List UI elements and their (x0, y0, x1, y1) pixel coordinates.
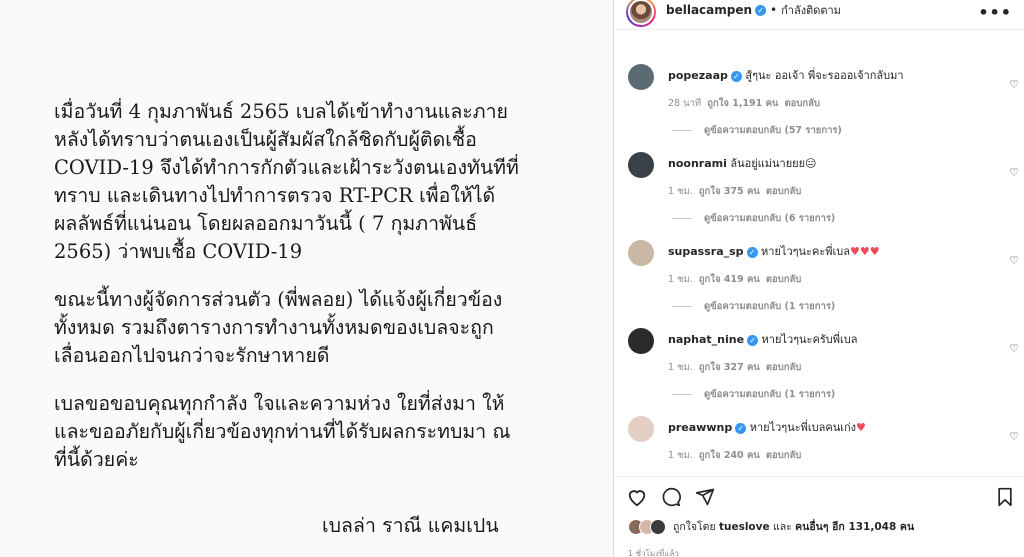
comment-likes[interactable]: ถูกใจ 327 คน (699, 362, 760, 373)
view-replies-button[interactable]: ดูข้อความตอบกลับ (1 รายการ) (668, 299, 988, 314)
avatar[interactable] (628, 416, 654, 442)
comment-username[interactable]: supassra_sp (668, 245, 744, 258)
avatar[interactable] (628, 152, 654, 178)
post-sidebar: bellacampen ✓ • กำลังติดตาม ••• popezaap ✓… (613, 0, 1024, 557)
comment-icon[interactable] (660, 487, 682, 507)
action-bar (614, 476, 1024, 516)
like-heart-icon[interactable]: ♡ (1009, 254, 1019, 267)
liked-by-username: tueslove (718, 521, 770, 533)
follow-status-button[interactable]: กำลังติดตาม (781, 1, 841, 19)
reply-button[interactable]: ตอบกลับ (766, 450, 802, 461)
comment-text: หายไวๆนะพี่เบลคนเก่ง (749, 421, 857, 434)
comment-text: สู้ๆนะ ออเจ้า พี่จะรอออเจ้ากลับมา (745, 69, 904, 82)
like-icon[interactable] (626, 487, 648, 507)
comment-likes[interactable]: ถูกใจ 1,191 คน (707, 98, 778, 109)
header-username[interactable]: bellacampen ✓ (666, 3, 767, 17)
like-heart-icon[interactable]: ♡ (1009, 78, 1019, 91)
comment-time[interactable]: 28 นาที (668, 98, 701, 109)
profile-avatar[interactable] (626, 0, 656, 27)
reply-button[interactable]: ตอบกลับ (766, 362, 802, 373)
reply-button[interactable]: ตอบกลับ (766, 186, 802, 197)
comment-text: หายไวๆนะครับพี่เบล (761, 333, 858, 346)
avatar[interactable] (628, 240, 654, 266)
like-heart-icon[interactable]: ♡ (1009, 342, 1019, 355)
more-options-icon[interactable]: ••• (978, 3, 1012, 22)
verified-icon: ✓ (747, 334, 759, 346)
likes-text[interactable]: ถูกใจโดย tueslove และ คนอื่นๆ อีก 131,04… (673, 518, 914, 535)
like-heart-icon[interactable]: ♡ (1009, 430, 1019, 443)
verified-icon: ✓ (735, 422, 747, 434)
comment-time[interactable]: 1 ชม. (668, 186, 693, 197)
save-icon[interactable] (996, 487, 1014, 507)
post-paragraph-1: เมื่อวันที่ 4 กุมภาพันธ์ 2565 เบลได้เข้า… (54, 100, 519, 263)
avatar (650, 518, 666, 535)
avatar[interactable] (628, 328, 654, 354)
red-heart-emoji: ♥ (856, 421, 866, 434)
post-paragraph-3: เบลขอขอบคุณทุกกำลัง ใจและความห่วง ใยที่ส… (54, 392, 511, 471)
post-image[interactable]: เมื่อวันที่ 4 กุมภาพันธ์ 2565 เบลได้เข้า… (0, 0, 613, 557)
comment-username[interactable]: preawwnp (668, 421, 732, 434)
comment-time[interactable]: 1 ชม. (668, 450, 693, 461)
comment-text: หายไวๆนะคะพี่เบล (761, 245, 850, 258)
post-paragraph-2: ขณะนี้ทางผู้จัดการส่วนตัว (พี่พลอย) ได้แ… (54, 288, 503, 367)
verified-icon: ✓ (755, 4, 767, 16)
comment-text: ล้นอยู่แม่นายยย😑 (730, 157, 817, 170)
likes-summary[interactable]: ถูกใจโดย tueslove และ คนอื่นๆ อีก 131,04… (628, 518, 914, 535)
view-replies-button[interactable]: ดูข้อความตอบกลับ (1 รายการ) (668, 387, 988, 402)
post-text: เมื่อวันที่ 4 กุมภาพันธ์ 2565 เบลได้เข้า… (54, 98, 574, 494)
avatar[interactable] (628, 64, 654, 90)
comment-username[interactable]: popezaap (668, 69, 728, 82)
red-heart-emoji: ♥♥♥ (849, 245, 880, 258)
comment-likes[interactable]: ถูกใจ 419 คน (699, 274, 760, 285)
comment-time[interactable]: 1 ชม. (668, 274, 693, 285)
view-replies-button[interactable]: ดูข้อความตอบกลับ (6 รายการ) (668, 211, 988, 226)
verified-icon: ✓ (746, 246, 758, 258)
reply-button[interactable]: ตอบกลับ (784, 98, 820, 109)
comment-username[interactable]: noonrami (668, 157, 727, 170)
like-heart-icon[interactable]: ♡ (1009, 166, 1019, 179)
view-replies-button[interactable]: ดูข้อความตอบกลับ (57 รายการ) (668, 123, 988, 138)
share-icon[interactable] (694, 487, 716, 507)
comment-likes[interactable]: ถูกใจ 375 คน (699, 186, 760, 197)
post-signature: เบลล่า ราณี แคมเปน (322, 514, 499, 537)
header-separator: • (770, 2, 778, 17)
comments-list[interactable]: popezaap ✓ สู้ๆนะ ออเจ้า พี่จะรอออเจ้ากลั… (614, 48, 1024, 474)
post-timestamp[interactable]: 1 ชั่วโมงที่แล้ว (628, 547, 679, 557)
reply-button[interactable]: ตอบกลับ (766, 274, 802, 285)
comment-time[interactable]: 1 ชม. (668, 362, 693, 373)
verified-icon: ✓ (730, 70, 742, 82)
comment-likes[interactable]: ถูกใจ 240 คน (699, 450, 760, 461)
post-header: bellacampen ✓ • กำลังติดตาม ••• (614, 0, 1024, 30)
others-count: คนอื่นๆ อีก 131,048 คน (795, 521, 915, 533)
comment-username[interactable]: naphat_nine (668, 333, 744, 346)
